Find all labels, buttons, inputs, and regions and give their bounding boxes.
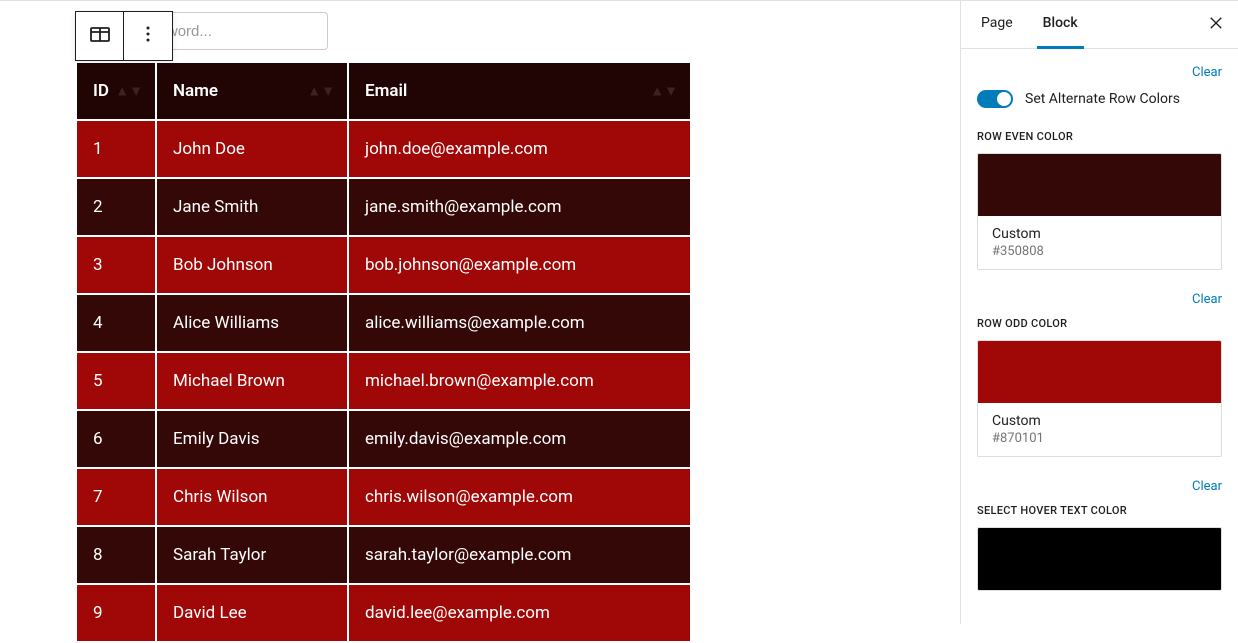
col-header-label: Email [365,81,407,101]
table-cell-name: Chris Wilson [157,469,347,525]
table-cell-id: 4 [77,295,155,351]
table-cell-email: jane.smith@example.com [349,179,690,235]
table-cell-name: Alice Williams [157,295,347,351]
table-row: 4Alice Williamsalice.williams@example.co… [77,295,690,351]
row-even-color-card: Custom #350808 [977,153,1222,270]
table-cell-name: Jane Smith [157,179,347,235]
col-header-label: ID [93,81,109,101]
table-row: 7Chris Wilsonchris.wilson@example.com [77,469,690,525]
color-hex-value: #870101 [992,431,1207,446]
table-cell-id: 9 [77,585,155,641]
table-cell-email: john.doe@example.com [349,121,690,177]
table-row: 1John Doejohn.doe@example.com [77,121,690,177]
table-row: 2Jane Smithjane.smith@example.com [77,179,690,235]
table-cell-email: david.lee@example.com [349,585,690,641]
alternate-rows-label: Set Alternate Row Colors [1025,91,1180,107]
sidebar-tabs: Page Block [961,1,1238,49]
table-cell-id: 6 [77,411,155,467]
col-header-id[interactable]: ID ▲▼ [77,63,155,119]
row-even-color-label: ROW EVEN COLOR [977,130,1222,143]
dots-vertical-icon [136,22,160,50]
editor-canvas: ID ▲▼ Name ▲▼ Email ▲▼ 1John Doejohn.doe@ex… [0,1,960,624]
table-row: 6Emily Davisemily.davis@example.com [77,411,690,467]
clear-button[interactable]: Clear [1192,479,1222,494]
table-cell-email: chris.wilson@example.com [349,469,690,525]
table-cell-id: 5 [77,353,155,409]
table-header-row: ID ▲▼ Name ▲▼ Email ▲▼ [77,63,690,119]
tab-block[interactable]: Block [1037,1,1084,49]
table-cell-email: bob.johnson@example.com [349,237,690,293]
table-cell-name: Sarah Taylor [157,527,347,583]
row-odd-color-card: Custom #870101 [977,340,1222,457]
more-options-button[interactable] [124,12,172,60]
table-row: 5Michael Brownmichael.brown@example.com [77,353,690,409]
color-custom-label: Custom [992,226,1207,242]
settings-sidebar: Page Block Clear Set Alternate Row Color… [960,1,1238,624]
alternate-rows-toggle[interactable] [977,90,1013,108]
row-even-color-swatch[interactable] [978,154,1221,216]
table-cell-email: sarah.taylor@example.com [349,527,690,583]
block-settings-panel: Clear Set Alternate Row Colors ROW EVEN … [961,49,1238,607]
clear-button[interactable]: Clear [1192,292,1222,307]
table-cell-id: 1 [77,121,155,177]
close-icon [1207,13,1225,37]
table-cell-name: Michael Brown [157,353,347,409]
block-toolbar [75,11,173,61]
table-cell-email: michael.brown@example.com [349,353,690,409]
table-row: 9David Leedavid.lee@example.com [77,585,690,641]
hover-text-color-label: SELECT HOVER TEXT COLOR [977,504,1222,517]
table-cell-id: 7 [77,469,155,525]
table-cell-email: alice.williams@example.com [349,295,690,351]
table-cell-name: Emily Davis [157,411,347,467]
table-cell-name: David Lee [157,585,347,641]
tab-page[interactable]: Page [975,1,1019,49]
table-cell-id: 2 [77,179,155,235]
table-cell-name: John Doe [157,121,347,177]
table-block-icon-button[interactable] [76,12,124,60]
table-icon [88,22,112,50]
hover-text-color-swatch[interactable] [978,528,1221,590]
clear-button[interactable]: Clear [1192,65,1222,80]
col-header-name[interactable]: Name ▲▼ [157,63,347,119]
sort-icon: ▲▼ [115,83,143,100]
color-hex-value: #350808 [992,244,1207,259]
sort-icon: ▲▼ [307,83,335,100]
table-cell-id: 3 [77,237,155,293]
row-odd-color-swatch[interactable] [978,341,1221,403]
table-cell-name: Bob Johnson [157,237,347,293]
close-sidebar-button[interactable] [1204,13,1228,37]
table-row: 3Bob Johnsonbob.johnson@example.com [77,237,690,293]
table-row: 8Sarah Taylorsarah.taylor@example.com [77,527,690,583]
col-header-label: Name [173,81,218,101]
col-header-email[interactable]: Email ▲▼ [349,63,690,119]
row-odd-color-label: ROW ODD COLOR [977,317,1222,330]
hover-text-color-card [977,527,1222,591]
table-cell-email: emily.davis@example.com [349,411,690,467]
data-table: ID ▲▼ Name ▲▼ Email ▲▼ 1John Doejohn.doe@ex… [75,61,692,643]
table-cell-id: 8 [77,527,155,583]
color-custom-label: Custom [992,413,1207,429]
sort-icon: ▲▼ [650,83,678,100]
